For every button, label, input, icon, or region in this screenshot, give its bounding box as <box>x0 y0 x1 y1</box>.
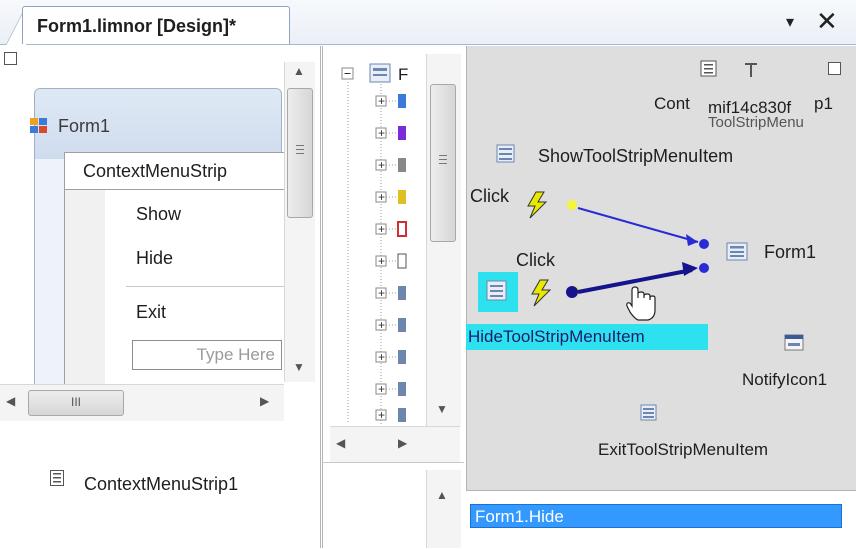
tab-dropdown-button[interactable]: ▾ <box>786 12 794 32</box>
svg-text:+: + <box>378 350 385 364</box>
action-list-selected-row[interactable]: Form1.Hide <box>470 504 842 528</box>
menu-item-hide[interactable]: Hide <box>136 248 173 269</box>
notify-icon-label[interactable]: NotifyIcon1 <box>742 370 856 390</box>
notify-icon-component-icon[interactable] <box>784 334 804 352</box>
svg-text:+: + <box>378 254 385 268</box>
context-menu-strip-icon <box>50 470 64 486</box>
tree-divider <box>322 462 464 463</box>
lower-scroll-up-icon[interactable]: ▲ <box>436 488 448 502</box>
tree-horizontal-scrollbar[interactable] <box>330 426 460 463</box>
scroll-right-arrow-icon[interactable]: ▶ <box>260 394 269 408</box>
minimize-pane-icon[interactable] <box>4 52 17 65</box>
form-icon <box>30 118 47 133</box>
svg-text:+: + <box>378 126 385 140</box>
scroll-down-arrow-icon[interactable]: ▼ <box>293 360 305 374</box>
menu-item-exit[interactable]: Exit <box>136 302 166 323</box>
context-menu-strip-header[interactable]: ContextMenuStrip <box>64 152 286 190</box>
document-tab-title: Form1.limnor [Design]* <box>37 16 237 36</box>
svg-text:+: + <box>378 222 385 236</box>
svg-text:F: F <box>398 65 408 84</box>
lightning-icon <box>531 279 552 307</box>
designer-vertical-thumb[interactable] <box>287 88 313 218</box>
tree-scroll-right-icon[interactable]: ▶ <box>398 436 407 450</box>
form1-node-icon[interactable] <box>726 242 748 262</box>
type-here-input[interactable]: Type Here <box>132 340 282 370</box>
form-title: Form1 <box>58 116 111 136</box>
form1-node-label[interactable]: Form1 <box>764 242 816 263</box>
lower-vertical-scrollbar[interactable] <box>426 470 461 548</box>
menu-item-show[interactable]: Show <box>136 204 181 225</box>
svg-text:+: + <box>378 286 385 300</box>
svg-text:+: + <box>378 382 385 396</box>
scroll-up-arrow-icon[interactable]: ▲ <box>293 64 305 78</box>
object-tree[interactable]: F + + + + + + + + + + + <box>330 54 426 424</box>
document-tab[interactable]: Form1.limnor [Design]* <box>22 6 290 44</box>
menu-separator <box>126 286 284 287</box>
tree-vertical-thumb[interactable] <box>430 84 456 242</box>
svg-text:+: + <box>378 408 385 422</box>
exit-menuitem-icon[interactable] <box>640 404 658 422</box>
close-tab-button[interactable]: ✕ <box>816 6 838 37</box>
exit-menuitem-label[interactable]: ExitToolStripMenuItem <box>598 440 768 460</box>
svg-text:+: + <box>378 190 385 204</box>
event-links-layer <box>527 191 709 321</box>
designer-horizontal-thumb[interactable]: III <box>28 390 124 416</box>
svg-text:+: + <box>378 318 385 332</box>
svg-text:+: + <box>378 158 385 172</box>
tree-scroll-left-icon[interactable]: ◀ <box>336 436 345 450</box>
svg-text:+: + <box>378 94 385 108</box>
hand-cursor-icon <box>626 286 656 321</box>
scroll-left-arrow-icon[interactable]: ◀ <box>6 394 15 408</box>
component-tray-contextmenustrip1[interactable]: ContextMenuStrip1 <box>84 474 238 495</box>
lightning-icon <box>527 191 548 219</box>
menu-image-margin <box>65 190 105 384</box>
tree-scroll-down-icon[interactable]: ▼ <box>436 402 448 416</box>
